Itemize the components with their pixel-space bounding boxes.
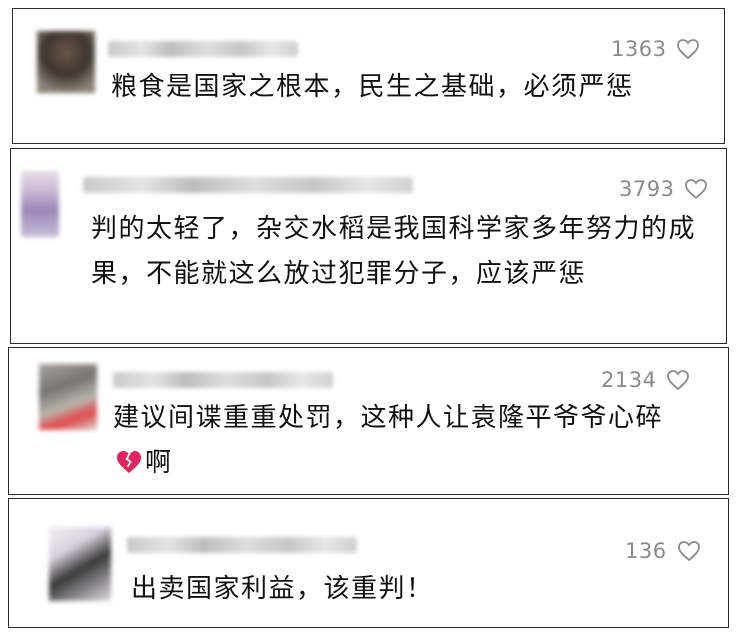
comment-text: 粮食是国家之根本，民生之基础，必须严惩 <box>111 72 634 102</box>
like-button[interactable]: 3793 <box>619 177 708 201</box>
comment-card-2: 3793 判的太轻了，杂交水稻是我国科学家多年努力的成果，不能就这么放过犯罪分子… <box>10 148 727 344</box>
comment-text: 建议间谍重重处罚，这种人让袁隆平爷爷心碎啊 <box>113 396 683 490</box>
heart-outline-icon <box>667 370 690 391</box>
username[interactable] <box>127 537 357 553</box>
like-count: 2134 <box>601 368 657 392</box>
like-button[interactable]: 136 <box>625 539 701 563</box>
like-count: 136 <box>625 539 667 563</box>
comment-text-part1: 建议间谍重重处罚，这种人让袁隆平爷爷心碎 <box>113 403 664 433</box>
username[interactable] <box>108 41 298 57</box>
heart-outline-icon <box>685 179 708 200</box>
username[interactable] <box>83 177 413 193</box>
like-count: 3793 <box>619 177 675 201</box>
like-count: 1363 <box>611 37 667 61</box>
comment-card-4: 136 出卖国家利益，该重判！ <box>8 498 729 628</box>
broken-heart-icon <box>115 445 143 490</box>
avatar[interactable] <box>37 31 95 93</box>
heart-outline-icon <box>677 541 700 562</box>
comment-card-3: 2134 建议间谍重重处罚，这种人让袁隆平爷爷心碎啊 <box>8 347 729 495</box>
comment-text-part2: 啊 <box>145 448 173 478</box>
heart-outline-icon <box>677 39 700 60</box>
avatar[interactable] <box>39 364 97 430</box>
username[interactable] <box>113 372 333 388</box>
comment-text: 出卖国家利益，该重判！ <box>131 574 434 604</box>
comment-text: 判的太轻了，杂交水稻是我国科学家多年努力的成果，不能就这么放过犯罪分子，应该严惩 <box>91 214 697 289</box>
like-button[interactable]: 1363 <box>611 37 700 61</box>
like-button[interactable]: 2134 <box>601 368 690 392</box>
avatar[interactable] <box>21 171 59 237</box>
avatar[interactable] <box>49 527 111 601</box>
comment-card-1: 1363 粮食是国家之根本，民生之基础，必须严惩 <box>12 8 725 144</box>
